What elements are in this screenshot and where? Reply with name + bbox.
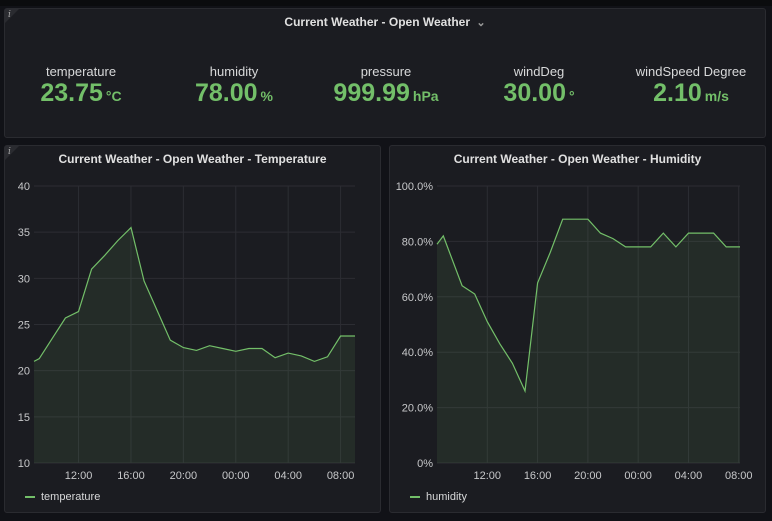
legend-swatch: [25, 496, 35, 498]
legend-swatch: [410, 496, 420, 498]
stat-label: windSpeed Degree: [635, 64, 747, 79]
stat-value: 2.10: [653, 79, 702, 107]
x-tick-label: 20:00: [574, 470, 602, 482]
temperature-panel: i Current Weather - Open Weather - Tempe…: [4, 145, 381, 513]
temperature-legend[interactable]: temperature: [25, 491, 100, 503]
y-tick-label: 100.0%: [396, 181, 434, 193]
x-tick-label: 04:00: [675, 470, 703, 482]
stat-unit: °: [568, 88, 575, 104]
stat-unit: m/s: [704, 88, 729, 104]
stat-value: 23.75: [40, 79, 103, 107]
x-tick-label: 04:00: [274, 470, 302, 482]
y-tick-label: 20.0%: [402, 403, 433, 415]
series-area: [34, 227, 355, 463]
y-tick-label: 15: [18, 412, 30, 424]
y-tick-label: 40.0%: [402, 347, 433, 359]
y-tick-label: 30: [18, 273, 30, 285]
chevron-down-icon[interactable]: ⌄: [476, 17, 485, 29]
x-tick-label: 16:00: [524, 470, 552, 482]
y-tick-label: 20: [18, 366, 30, 378]
legend-label: humidity: [426, 491, 467, 503]
stat-panel-title[interactable]: Current Weather - Open Weather ⌄: [5, 15, 765, 29]
stat-label: temperature: [45, 64, 117, 79]
stat-label: humidity: [209, 64, 259, 79]
stat-panel: i Current Weather - Open Weather ⌄ tempe…: [4, 8, 766, 138]
humidity-panel: Current Weather - Open Weather - Humidit…: [389, 145, 766, 513]
y-tick-label: 10: [18, 458, 30, 470]
stat-humidity: humidity 78.00%: [195, 64, 273, 108]
top-bar: [0, 0, 772, 6]
stat-label: windDeg: [513, 64, 565, 79]
stat-pressure: pressure 999.99 hPa: [333, 64, 438, 108]
stat-panel-title-text: Current Weather - Open Weather: [284, 15, 471, 29]
x-tick-label: 08:00: [725, 470, 753, 482]
x-tick-label: 00:00: [624, 470, 652, 482]
series-area: [437, 219, 740, 463]
x-tick-label: 00:00: [222, 470, 250, 482]
temperature-chart[interactable]: 10 15 20 25 30 35 40 12:00 16:00 20:00 00:00 04:00 0…: [5, 146, 382, 514]
humidity-legend[interactable]: humidity: [410, 491, 467, 503]
stat-label: pressure: [360, 64, 412, 79]
x-tick-label: 12:00: [65, 470, 93, 482]
stat-value: 999.99: [333, 79, 410, 107]
stat-winddeg: windDeg 30.00 °: [503, 64, 574, 108]
y-tick-label: 35: [18, 227, 30, 239]
stat-unit: °C: [105, 88, 122, 104]
stat-value: 78.00: [194, 79, 258, 107]
y-tick-label: 60.0%: [402, 292, 433, 304]
humidity-chart[interactable]: 0% 20.0% 40.0% 60.0% 80.0% 100.0% 12:00 16:00 20…: [390, 146, 767, 514]
stat-unit: hPa: [412, 88, 439, 104]
x-tick-label: 16:00: [117, 470, 145, 482]
legend-label: temperature: [41, 491, 101, 503]
y-tick-label: 0%: [417, 458, 433, 470]
y-tick-label: 40: [18, 181, 30, 193]
y-tick-label: 80.0%: [402, 236, 433, 248]
stat-value: 30.00: [503, 79, 566, 107]
y-tick-label: 25: [18, 320, 30, 332]
x-tick-label: 20:00: [170, 470, 198, 482]
stat-unit: %: [260, 88, 274, 104]
stat-windspeed: windSpeed Degree 2.10 m/s: [636, 64, 747, 108]
stat-temperature: temperature 23.75 °C: [40, 64, 121, 108]
x-tick-label: 12:00: [474, 470, 502, 482]
x-tick-label: 08:00: [327, 470, 355, 482]
